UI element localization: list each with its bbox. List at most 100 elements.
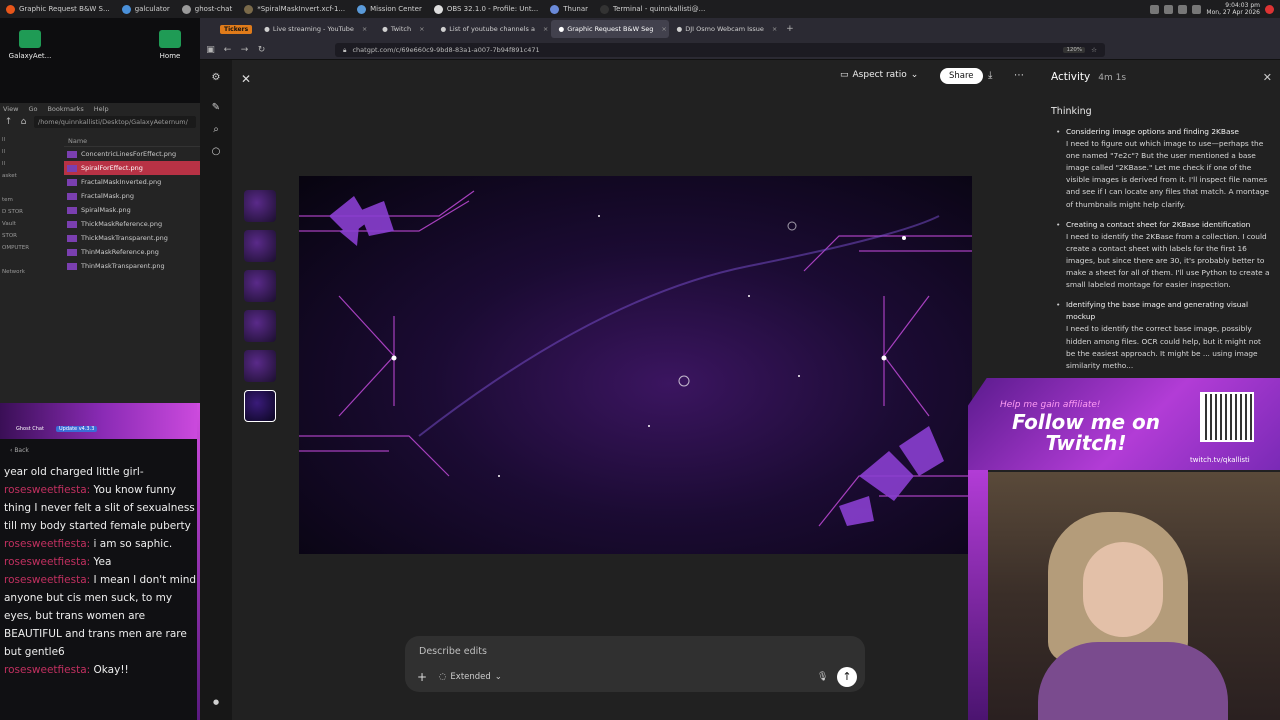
- send-button[interactable]: ↑: [837, 667, 857, 687]
- qr-code: [1200, 392, 1254, 442]
- download-icon[interactable]: ⤓: [988, 70, 992, 81]
- ghost-chat-overlay: Ghost Chat Update v4.3.3 ‹ Back year old…: [0, 403, 205, 720]
- taskbar-app[interactable]: Mission Center: [351, 0, 428, 18]
- sidebar-place[interactable]: ll: [0, 161, 62, 173]
- taskbar-app[interactable]: *SpiralMaskInvert.xcf-1...: [238, 0, 351, 18]
- taskbar-app[interactable]: Graphic Request B&W S...: [0, 0, 116, 18]
- chat-username[interactable]: rosesweetfiesta:: [4, 574, 90, 586]
- file-row[interactable]: FractalMask.png: [64, 189, 200, 203]
- taskbar-app[interactable]: ghost-chat: [176, 0, 238, 18]
- thumbnail[interactable]: [244, 270, 276, 302]
- menu-item[interactable]: View: [3, 105, 18, 113]
- search-icon[interactable]: ⌕: [210, 124, 222, 136]
- sidebar-place[interactable]: OMPUTER: [0, 245, 62, 257]
- chat-username[interactable]: rosesweetfiesta:: [4, 664, 90, 676]
- sidebar-place[interactable]: ll: [0, 137, 62, 149]
- thumbnail[interactable]: [244, 350, 276, 382]
- edit-composer[interactable]: Describe edits + ◌ Extended ⌄ 🎙︎ ↑: [405, 636, 865, 692]
- clock[interactable]: 9:04:03 pm Mon, 27 Apr 2026: [1206, 2, 1260, 16]
- sidebar-place[interactable]: tem: [0, 197, 62, 209]
- spiral-glow: [787, 221, 797, 231]
- tab-close-icon[interactable]: ×: [661, 25, 666, 33]
- file-row[interactable]: SpiralForEffect.png: [64, 161, 200, 175]
- tray-icon[interactable]: [1150, 4, 1160, 14]
- taskbar-app[interactable]: Thunar: [544, 0, 594, 18]
- plus-icon[interactable]: +: [417, 670, 427, 684]
- file-row[interactable]: ConcentricLinesForEffect.png: [64, 147, 200, 161]
- power-icon[interactable]: [1265, 4, 1274, 14]
- tab-close-icon[interactable]: ×: [543, 25, 548, 33]
- thumbnail[interactable]: [244, 150, 276, 182]
- sidebar-toggle-icon[interactable]: ▣: [206, 45, 215, 55]
- tray-icon[interactable]: [1164, 4, 1174, 14]
- thumbnail[interactable]: [244, 190, 276, 222]
- file-row[interactable]: FractalMaskInverted.png: [64, 175, 200, 189]
- column-header-name[interactable]: Name: [64, 137, 200, 147]
- new-tab-icon[interactable]: +: [785, 24, 794, 34]
- sidebar-place[interactable]: asket: [0, 173, 62, 185]
- sidebar-place[interactable]: Network: [0, 269, 62, 281]
- file-row[interactable]: ThickMaskTransparent.png: [64, 231, 200, 245]
- sidebar-place[interactable]: [0, 257, 62, 269]
- share-button[interactable]: Share: [940, 68, 983, 84]
- file-row[interactable]: ThinMaskTransparent.png: [64, 259, 200, 273]
- chat-username[interactable]: rosesweetfiesta:: [4, 484, 90, 496]
- desktop-icon-home[interactable]: Home: [140, 30, 200, 60]
- sidebar-place[interactable]: [0, 185, 62, 197]
- taskbar-app[interactable]: Terminal - quinnkallisti@...: [594, 0, 711, 18]
- activity-item: Creating a contact sheet for 2KBase iden…: [1056, 219, 1271, 292]
- sidebar-place[interactable]: D STOR: [0, 209, 62, 221]
- file-row[interactable]: SpiralMask.png: [64, 203, 200, 217]
- file-row[interactable]: ThinMaskReference.png: [64, 245, 200, 259]
- microphone-icon[interactable]: 🎙︎: [817, 672, 828, 682]
- path-field[interactable]: /home/quinnkallisti/Desktop/GalaxyAetern…: [34, 116, 196, 128]
- menu-item[interactable]: Go: [28, 105, 37, 113]
- desktop-icon-galaxy[interactable]: GalaxyAet...: [0, 30, 60, 60]
- aspect-ratio-dropdown[interactable]: ▭ Aspect ratio ⌄: [840, 70, 918, 80]
- more-options-icon[interactable]: ⋯: [1014, 70, 1024, 81]
- browser-tab[interactable]: ● Twitch ×: [374, 20, 432, 38]
- new-chat-icon[interactable]: ✎: [210, 102, 222, 114]
- composer-placeholder[interactable]: Describe edits: [419, 646, 487, 657]
- menu-item[interactable]: Help: [94, 105, 109, 113]
- tab-close-icon[interactable]: ×: [362, 25, 367, 33]
- thumbnail[interactable]: [244, 310, 276, 342]
- thumbnail-selected[interactable]: [244, 390, 276, 422]
- home-icon[interactable]: ⌂: [19, 117, 28, 127]
- mode-selector[interactable]: ◌ Extended ⌄: [439, 672, 502, 682]
- close-activity-icon[interactable]: ✕: [1263, 71, 1272, 84]
- close-editor-icon[interactable]: ✕: [241, 72, 251, 86]
- circle-icon[interactable]: ○: [210, 146, 222, 158]
- taskbar-app[interactable]: galculator: [116, 0, 176, 18]
- openai-logo-icon[interactable]: ⚙: [210, 72, 222, 84]
- file-row[interactable]: ThickMaskReference.png: [64, 217, 200, 231]
- menu-item[interactable]: Bookmarks: [47, 105, 83, 113]
- tab-close-icon[interactable]: ×: [419, 25, 424, 33]
- browser-tab[interactable]: ● Graphic Request B&W Seg ×: [550, 20, 669, 38]
- taskbar-app[interactable]: OBS 32.1.0 - Profile: Unt...: [428, 0, 544, 18]
- sidebar-place[interactable]: STOR: [0, 233, 62, 245]
- browser-tab[interactable]: ● List of youtube channels a ×: [433, 20, 551, 38]
- chat-username[interactable]: rosesweetfiesta:: [4, 556, 90, 568]
- avatar[interactable]: ●: [210, 696, 222, 708]
- sidebar-place[interactable]: ll: [0, 149, 62, 161]
- address-bar[interactable]: 🔒︎ chatgpt.com/c/69e660c9-9bd8-83a1-a007…: [335, 43, 1105, 57]
- browser-tab[interactable]: ● DJI Osmo Webcam Issue ×: [669, 20, 786, 38]
- up-arrow-icon[interactable]: ↑: [4, 117, 13, 127]
- tab-close-icon[interactable]: ×: [772, 25, 777, 33]
- volume-icon[interactable]: [1192, 4, 1202, 14]
- sidebar-place[interactable]: Vault: [0, 221, 62, 233]
- chat-username[interactable]: rosesweetfiesta:: [4, 538, 90, 550]
- reload-icon[interactable]: ↻: [257, 45, 266, 55]
- update-badge[interactable]: Update v4.3.3: [56, 426, 98, 432]
- tickers-badge[interactable]: Tickers: [220, 24, 253, 34]
- browser-tab[interactable]: ● Live streaming - YouTube ×: [256, 20, 374, 38]
- star-icon[interactable]: ☆: [1091, 46, 1097, 54]
- back-arrow-icon[interactable]: ←: [223, 45, 232, 55]
- zoom-badge[interactable]: 120%: [1063, 47, 1086, 53]
- tab-label: DJI Osmo Webcam Issue: [685, 25, 764, 33]
- forward-arrow-icon[interactable]: →: [240, 45, 249, 55]
- thumbnail[interactable]: [244, 230, 276, 262]
- tray-icon[interactable]: [1178, 4, 1188, 14]
- chat-back-button[interactable]: ‹ Back: [10, 447, 29, 454]
